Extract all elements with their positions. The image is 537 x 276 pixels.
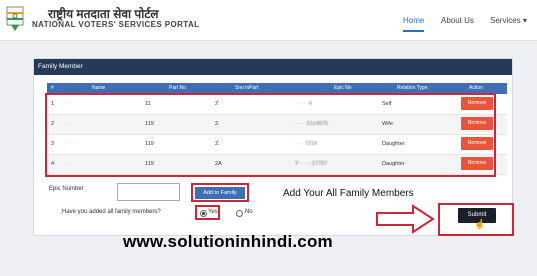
no-radio[interactable] [236, 210, 243, 217]
nav-about-us[interactable]: About Us [441, 16, 474, 25]
add-to-family-button[interactable]: Add to Family [195, 187, 245, 199]
all-members-question: Have you added all family members? [62, 209, 161, 215]
panel-title: Family Member [38, 63, 83, 70]
panel-header: Family Member [34, 59, 512, 75]
site-header: राष्ट्रीय मतदाता सेवा पोर्टल NATIONAL VO… [0, 0, 537, 41]
instruction-text: Add Your All Family Members [283, 188, 414, 199]
epic-number-input[interactable] [117, 183, 180, 201]
rows-highlight-box [45, 93, 496, 177]
arrow-pointer-icon [376, 204, 435, 234]
nav-services[interactable]: Services ▾ [490, 16, 527, 25]
epic-number-label: Epic Number [49, 186, 84, 192]
watermark-text: www.solutioninhindi.com [123, 232, 333, 251]
eci-logo-icon [6, 6, 24, 31]
brand-english: NATIONAL VOTERS' SERVICES PORTAL [32, 20, 200, 29]
yes-radio[interactable] [200, 210, 207, 217]
hand-cursor-icon: ☝ [474, 219, 486, 229]
no-label: No [245, 209, 253, 215]
yes-label: Yes [208, 209, 218, 215]
nav-home[interactable]: Home [403, 16, 425, 32]
